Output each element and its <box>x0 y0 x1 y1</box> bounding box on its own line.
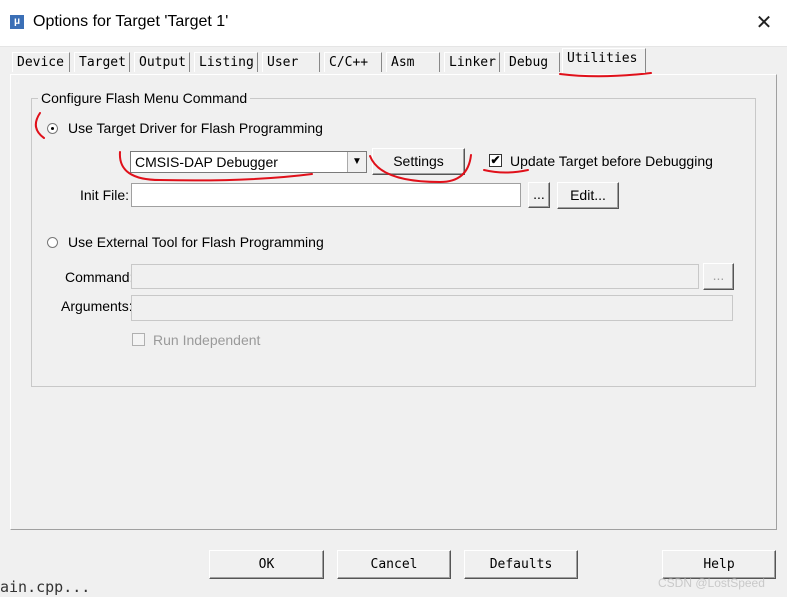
chevron-down-icon[interactable]: ▼ <box>347 152 366 172</box>
use-external-tool-label[interactable]: Use External Tool for Flash Programming <box>68 234 324 250</box>
init-file-input[interactable] <box>131 183 521 207</box>
tab-debug[interactable]: Debug <box>504 52 560 72</box>
flash-driver-selected-value: CMSIS-DAP Debugger <box>135 154 278 170</box>
tab-target[interactable]: Target <box>74 52 130 72</box>
background-editor-text: ain.cpp... <box>0 578 91 596</box>
use-target-driver-label[interactable]: Use Target Driver for Flash Programming <box>68 120 323 136</box>
tab-output[interactable]: Output <box>134 52 190 72</box>
flash-driver-select[interactable]: CMSIS-DAP Debugger ▼ <box>130 151 367 173</box>
command-browse-button[interactable]: ... <box>703 263 734 290</box>
defaults-button[interactable]: Defaults <box>464 550 578 579</box>
ok-button[interactable]: OK <box>209 550 324 579</box>
help-button[interactable]: Help <box>662 550 776 579</box>
use-target-driver-radio[interactable] <box>47 123 58 134</box>
flash-menu-group-title: Configure Flash Menu Command <box>38 90 251 106</box>
command-label: Command: <box>65 269 134 285</box>
title-bar[interactable]: μ Options for Target 'Target 1' ✕ <box>0 0 787 47</box>
run-independent-checkbox[interactable] <box>132 333 145 346</box>
edit-init-file-button[interactable]: Edit... <box>557 182 619 209</box>
init-file-label: Init File: <box>80 187 130 203</box>
tab-c-cpp[interactable]: C/C++ <box>324 52 382 72</box>
use-external-tool-radio[interactable] <box>47 237 58 248</box>
cancel-button[interactable]: Cancel <box>337 550 451 579</box>
window-title: Options for Target 'Target 1' <box>33 13 229 30</box>
tab-device[interactable]: Device <box>12 52 70 72</box>
settings-button[interactable]: Settings <box>372 148 465 175</box>
tab-listing[interactable]: Listing <box>194 52 258 72</box>
arguments-label: Arguments: <box>61 298 133 314</box>
update-target-checkbox[interactable]: ✔ <box>489 154 502 167</box>
arguments-input[interactable] <box>131 295 733 321</box>
tab-user[interactable]: User <box>262 52 320 72</box>
update-target-label[interactable]: Update Target before Debugging <box>510 153 713 169</box>
close-icon[interactable]: ✕ <box>741 0 787 46</box>
csdn-watermark: CSDN @LostSpeed <box>658 576 765 590</box>
tab-utilities[interactable]: Utilities <box>562 48 646 73</box>
tab-asm[interactable]: Asm <box>386 52 440 72</box>
tab-linker[interactable]: Linker <box>444 52 500 72</box>
keil-app-icon: μ <box>10 15 24 29</box>
init-file-browse-button[interactable]: ... <box>528 182 550 208</box>
run-independent-label[interactable]: Run Independent <box>153 332 260 348</box>
command-input[interactable] <box>131 264 699 289</box>
